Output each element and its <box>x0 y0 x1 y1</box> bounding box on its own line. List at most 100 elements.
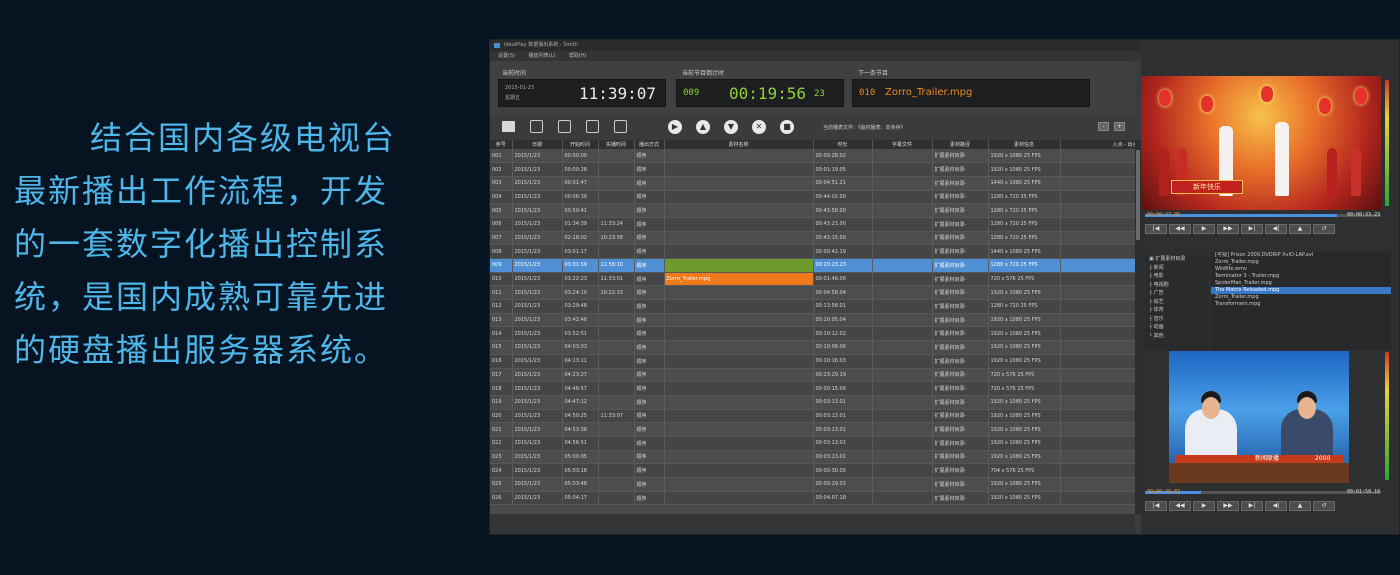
tree-item[interactable]: ├ 新闻 <box>1145 264 1209 273</box>
table-cell <box>1060 299 1135 314</box>
loop-icon[interactable]: ↺ <box>1313 224 1335 234</box>
column-header[interactable]: 素材信息 <box>988 140 1061 149</box>
table-row[interactable]: 022 2015/1/23 04:56:51 顺序 00:03:13.01 扩展素材目录-… <box>490 436 1135 451</box>
table-row[interactable]: 005 2015/1/23 00:50:41 顺序 00:43:58.00 扩展素材目录-… <box>490 203 1135 218</box>
table-row[interactable]: 014 2015/1/23 03:52:51 顺序 00:10:12.02 扩展素材目录-… <box>490 326 1135 342</box>
table-cell: 00:00:00 <box>562 149 599 164</box>
table-cell: 扩展素材目录- <box>932 409 989 424</box>
table-row[interactable]: 009 2015/1/23 03:01:59 11:58:10 顺序 00:20:23.2… <box>490 258 1135 273</box>
expand-icon[interactable]: + <box>1114 122 1125 131</box>
table-row[interactable]: 012 2015/1/23 03:29:48 顺序 00:13:58.01 扩展素材目录-… <box>490 299 1135 314</box>
table-row[interactable]: 002 2015/1/23 00:00:28 顺序 00:01:19.05 扩展素材目录-… <box>490 162 1135 177</box>
table-row[interactable]: 024 2015/1/23 05:03:18 顺序 00:00:30.05 扩展素材目录-… <box>490 463 1135 478</box>
move-up-icon[interactable]: ▲ <box>696 120 710 134</box>
collapse-icon[interactable]: - <box>1098 122 1109 131</box>
tree-item[interactable]: ├ 音乐 <box>1145 315 1209 324</box>
forward-icon[interactable]: ▶▶ <box>1217 224 1239 234</box>
table-row[interactable]: 020 2015/1/23 04:50:25 11:33:07 顺序 00:03:13.0… <box>490 409 1135 424</box>
column-header[interactable]: 素材路径 <box>932 140 989 149</box>
column-header[interactable]: 字幕文件 <box>872 140 933 149</box>
file-item[interactable]: Wildlife.wmv <box>1211 266 1391 273</box>
table-row[interactable]: 026 2015/1/23 05:04:17 顺序 00:04:07.18 扩展素材目录-… <box>490 491 1135 506</box>
table-row[interactable]: 023 2015/1/23 05:00:05 顺序 00:03:13.01 扩展素材目录-… <box>490 450 1135 465</box>
program-progress[interactable] <box>1145 214 1381 217</box>
preview-progress[interactable] <box>1145 491 1381 494</box>
file-item[interactable]: Terminator 3 - Trailer.mpg <box>1211 273 1391 280</box>
file-item[interactable]: [可视] Prison 2009.DVDRIP XviD-LAP.avi <box>1211 252 1391 259</box>
delete-icon[interactable]: ✕ <box>752 120 766 134</box>
table-row[interactable]: 001 2015/1/23 00:00:00 顺序 00:00:28.02 扩展素材目录-… <box>490 149 1135 164</box>
tree-item[interactable]: └ 其他 <box>1145 332 1209 341</box>
column-header[interactable]: 序号 <box>490 140 513 149</box>
rewind-icon[interactable]: ◀◀ <box>1169 224 1191 234</box>
file-item[interactable]: The Matrix Reloaded.mpg <box>1211 287 1391 294</box>
column-header[interactable]: 时长 <box>813 140 873 149</box>
file-item[interactable]: SpiderMan_Trailer.mpg <box>1211 280 1391 287</box>
tree-item[interactable]: ├ 电视剧 <box>1145 281 1209 290</box>
table-row[interactable]: 019 2015/1/23 04:47:12 顺序 00:03:13.01 扩展素材目录-… <box>490 395 1135 410</box>
table-row[interactable]: 013 2015/1/23 03:42:46 顺序 00:10:05.04 扩展素材目录-… <box>490 313 1135 328</box>
table-cell: 扩展素材目录- <box>932 190 989 205</box>
menu-settings[interactable]: 设置(S) <box>498 53 515 59</box>
file-item[interactable]: Zorro_Trailer.mpg <box>1211 259 1391 266</box>
menu-playlist[interactable]: 播放列表(L) <box>529 53 556 59</box>
tree-item[interactable]: ▣ 扩展素材目录 <box>1145 255 1209 264</box>
forward-icon[interactable]: ▶▶ <box>1217 501 1239 511</box>
table-row[interactable]: 025 2015/1/23 05:03:48 顺序 00:00:29.03 扩展素材目录-… <box>490 477 1135 492</box>
table-cell: 1920 x 1080 25 FPS <box>988 326 1061 342</box>
scrollbar-thumb[interactable] <box>1136 150 1140 240</box>
move-down-icon[interactable]: ▼ <box>724 120 738 134</box>
list-icon[interactable] <box>614 120 627 133</box>
rewind-icon[interactable]: ◀◀ <box>1169 501 1191 511</box>
table-row[interactable]: 010 2015/1/23 03:22:23 11:33:01 顺序 Zorro_Trai… <box>490 272 1135 287</box>
table-row[interactable]: 006 2015/1/23 01:34:39 11:33:24 顺序 00:43:23.0… <box>490 217 1135 232</box>
prev-icon[interactable]: |◀ <box>1145 501 1167 511</box>
column-header[interactable]: 日期 <box>512 140 563 149</box>
save-icon[interactable] <box>558 120 571 133</box>
tree-item[interactable]: ├ 综艺 <box>1145 298 1209 307</box>
table-cell: 05:04:17 <box>562 491 599 506</box>
table-row[interactable]: 004 2015/1/23 00:06:39 顺序 00:44:02.00 扩展素材目录-… <box>490 190 1135 205</box>
table-row[interactable]: 015 2015/1/23 04:03:03 顺序 00:10:08.06 扩展素材目录-… <box>490 340 1135 355</box>
loop-icon[interactable]: ↺ <box>1313 501 1335 511</box>
tree-item[interactable]: ├ 动画 <box>1145 323 1209 332</box>
file-item[interactable]: Transformers.mpg <box>1211 301 1391 308</box>
new-list-icon[interactable] <box>530 120 543 133</box>
tree-item[interactable]: ├ 广告 <box>1145 289 1209 298</box>
table-row[interactable]: 018 2015/1/23 04:46:57 顺序 00:00:15.06 扩展素材目录-… <box>490 381 1135 396</box>
next-icon[interactable]: ▶| <box>1241 224 1263 234</box>
table-row[interactable]: 017 2015/1/23 04:23:27 顺序 00:23:29.19 扩展素材目录-… <box>490 368 1135 383</box>
table-row[interactable]: 007 2015/1/23 02:18:02 10:23:58 顺序 00:43:15.0… <box>490 231 1135 246</box>
table-row[interactable]: 016 2015/1/23 04:13:11 顺序 00:10:16.03 扩展素材目录-… <box>490 354 1135 369</box>
table-cell: 扩展素材目录- <box>932 217 989 232</box>
next-icon[interactable]: ▶| <box>1241 501 1263 511</box>
stop-icon[interactable]: ■ <box>780 120 794 134</box>
menu-help[interactable]: 帮助(H) <box>569 53 587 59</box>
column-header[interactable]: 素材名称 <box>664 140 814 149</box>
table-row[interactable]: 003 2015/1/23 00:01:47 顺序 00:04:51.21 扩展素材目录-… <box>490 176 1135 191</box>
table-cell: 03:22:23 <box>562 272 599 287</box>
play-icon[interactable]: ▶ <box>1193 501 1215 511</box>
column-header[interactable]: 入点 - 出点 <box>1060 140 1135 149</box>
play-icon[interactable]: ▶ <box>668 120 682 134</box>
tree-item[interactable]: ├ 体育 <box>1145 306 1209 315</box>
promo-line-5: 的硬盘播出服务器系统。 <box>14 331 389 369</box>
column-header[interactable]: 播出方式 <box>634 140 665 149</box>
save-as-icon[interactable] <box>586 120 599 133</box>
table-row[interactable]: 021 2015/1/23 04:53:38 顺序 00:03:13.01 扩展素材目录-… <box>490 422 1135 437</box>
tree-item[interactable]: ├ 电影 <box>1145 272 1209 281</box>
eject-icon[interactable]: ▲ <box>1289 501 1311 511</box>
play-icon[interactable]: ▶ <box>1193 224 1215 234</box>
table-row[interactable]: 008 2015/1/23 03:01:17 顺序 00:00:42.19 扩展素材目录-… <box>490 244 1135 259</box>
eject-icon[interactable]: ▲ <box>1289 224 1311 234</box>
current-time: 11:39:07 <box>579 84 657 103</box>
open-folder-icon[interactable] <box>502 121 515 132</box>
column-header[interactable]: 实播时间 <box>598 140 635 149</box>
mark-in-icon[interactable]: ◀| <box>1265 501 1287 511</box>
column-header[interactable]: 开始时间 <box>562 140 599 149</box>
file-item[interactable]: Zorro_Trailer.mpg <box>1211 294 1391 301</box>
prev-icon[interactable]: |◀ <box>1145 224 1167 234</box>
table-cell: 00:04:51.21 <box>813 176 873 191</box>
mark-in-icon[interactable]: ◀| <box>1265 224 1287 234</box>
table-row[interactable]: 011 2015/1/23 03:24:10 10:22:33 顺序 00:04:58.0… <box>490 285 1135 301</box>
